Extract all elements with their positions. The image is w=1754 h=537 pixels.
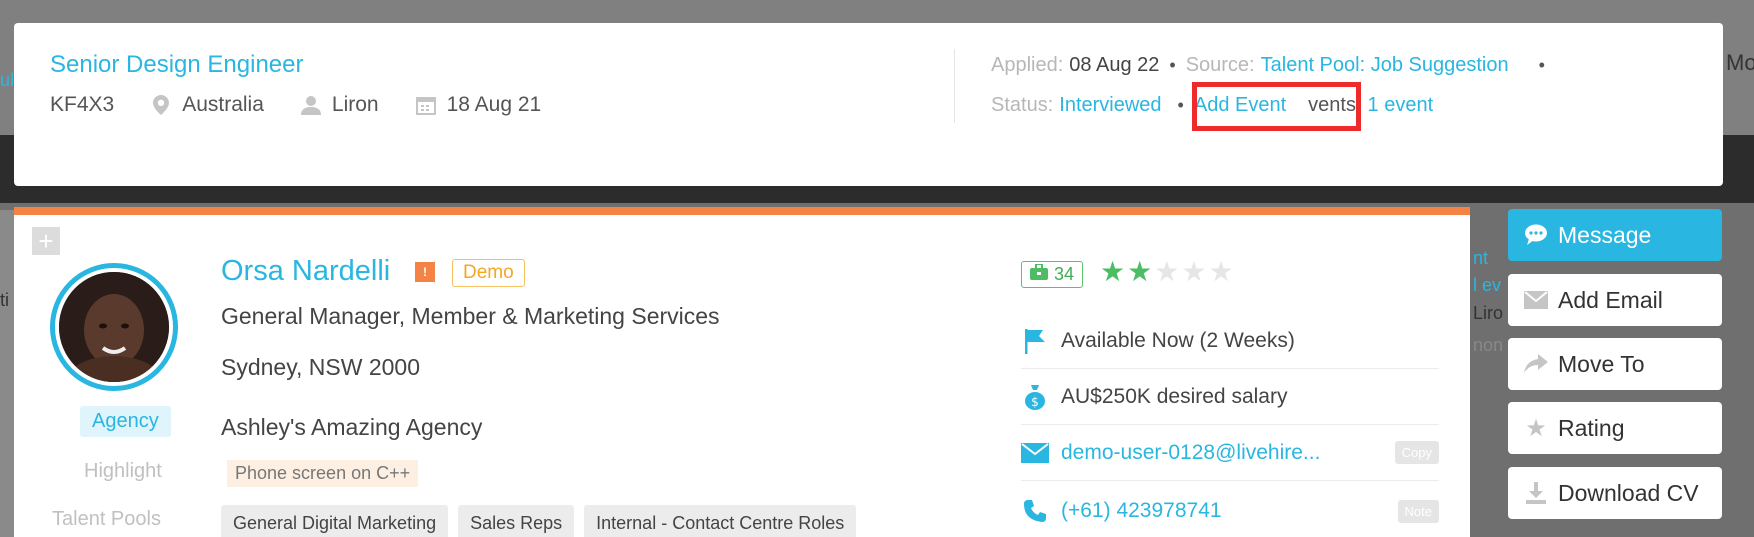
job-location: Australia xyxy=(182,93,264,116)
avatar xyxy=(59,272,169,382)
candidate-card: + Agency Highlight Talent Pools Orsa Nar… xyxy=(14,207,1470,537)
download-cv-label: Download CV xyxy=(1558,479,1699,506)
alert-flag-badge: ! xyxy=(415,262,435,282)
events-link[interactable]: 1 event xyxy=(1368,94,1434,117)
download-icon xyxy=(1524,482,1548,504)
flag-icon xyxy=(1021,328,1049,354)
star-icon[interactable]: ★ xyxy=(1208,256,1235,287)
add-event-highlight-box xyxy=(1192,82,1361,131)
job-title-link[interactable]: Senior Design Engineer xyxy=(50,51,304,79)
email-row: demo-user-0128@livehire... Copy xyxy=(1021,425,1439,481)
background-top-right-fragment: Mo xyxy=(1726,50,1754,75)
background-right-fragment-1: nt xyxy=(1473,248,1489,268)
job-ref: KF4X3 xyxy=(50,93,115,116)
salary-text: AU$250K desired salary xyxy=(1061,384,1288,408)
source-link[interactable]: Talent Pool: Job Suggestion xyxy=(1261,54,1509,77)
job-summary-card: Senior Design Engineer KF4X3 Australia L… xyxy=(14,23,1723,186)
highlight-label: Highlight xyxy=(84,460,162,482)
highlight-note: Phone screen on C++ xyxy=(227,460,419,487)
candidate-agency: Ashley's Amazing Agency xyxy=(221,414,483,440)
tag[interactable]: Sales Reps xyxy=(458,505,575,537)
talent-pool-tags: General Digital Marketing Sales Reps Int… xyxy=(221,505,857,537)
salary-row: $ AU$250K desired salary xyxy=(1021,369,1439,425)
background-left-fragment-2: ti xyxy=(0,290,9,310)
envelope-icon xyxy=(1021,442,1049,463)
background-right-fragment-2: l ev xyxy=(1473,275,1502,295)
message-label: Message xyxy=(1558,221,1652,248)
agency-badge: Agency xyxy=(80,406,171,437)
phone-link[interactable]: (+61) 423978741 xyxy=(1061,499,1222,523)
star-icon[interactable]: ★ xyxy=(1181,256,1208,287)
match-score: 34 xyxy=(1054,264,1075,284)
background-right-fragment-3: Liro xyxy=(1473,303,1504,323)
download-cv-button[interactable]: Download CV xyxy=(1508,467,1722,519)
job-date: 18 Aug 21 xyxy=(446,93,542,116)
add-email-button[interactable]: Add Email xyxy=(1508,274,1722,326)
candidate-title: General Manager, Member & Marketing Serv… xyxy=(221,303,720,329)
availability-text: Available Now (2 Weeks) xyxy=(1061,328,1295,352)
applied-value: 08 Aug 22 xyxy=(1069,54,1160,76)
chat-bubble-icon xyxy=(1524,224,1548,246)
move-to-label: Move To xyxy=(1558,350,1645,377)
job-owner: Liron xyxy=(331,93,379,116)
location-pin-icon xyxy=(150,94,172,116)
star-icon[interactable]: ★ xyxy=(1100,256,1127,287)
phone-row: (+61) 423978741 Note xyxy=(1021,483,1439,537)
money-bag-icon: $ xyxy=(1021,384,1049,410)
phone-note-button[interactable]: Note xyxy=(1397,499,1439,523)
star-icon[interactable]: ★ xyxy=(1127,256,1154,287)
background-left-strip xyxy=(0,210,14,537)
tag[interactable]: Internal - Contact Centre Roles xyxy=(584,505,857,537)
tag[interactable]: General Digital Marketing xyxy=(221,505,449,537)
job-meta-row: KF4X3 Australia Liron 18 Aug 21 xyxy=(50,93,541,117)
demo-badge: Demo xyxy=(452,259,525,287)
expand-plus-button[interactable]: + xyxy=(32,227,60,255)
candidate-location: Sydney, NSW 2000 xyxy=(221,354,421,380)
email-link[interactable]: demo-user-0128@livehire... xyxy=(1061,441,1320,465)
candidate-name-link[interactable]: Orsa Nardelli xyxy=(221,255,390,288)
add-email-label: Add Email xyxy=(1558,286,1663,313)
card-divider xyxy=(954,49,955,123)
background-right-fragment-4: non xyxy=(1473,335,1504,355)
move-to-button[interactable]: Move To xyxy=(1508,338,1722,390)
rating-label: Rating xyxy=(1558,414,1625,441)
talent-pools-label: Talent Pools xyxy=(52,508,161,530)
phone-icon xyxy=(1021,499,1049,523)
applied-label: Applied: xyxy=(991,54,1064,76)
status-label: Status: xyxy=(991,94,1054,116)
share-arrow-icon xyxy=(1524,354,1548,374)
briefcase-icon xyxy=(1030,263,1048,285)
user-icon xyxy=(300,94,322,116)
calendar-icon xyxy=(415,94,437,116)
copy-email-button[interactable]: Copy xyxy=(1394,441,1439,464)
message-button[interactable]: Message xyxy=(1508,209,1722,261)
envelope-icon xyxy=(1524,291,1548,309)
source-label: Source: xyxy=(1185,54,1255,76)
svg-text:$: $ xyxy=(1031,395,1039,409)
status-link[interactable]: Interviewed xyxy=(1059,94,1161,117)
star-icon[interactable]: ★ xyxy=(1154,256,1181,287)
applied-source-line: Applied: 08 Aug 22 • Source: Talent Pool… xyxy=(991,54,1545,77)
availability-row: Available Now (2 Weeks) xyxy=(1021,313,1439,369)
rating-button[interactable]: ★ Rating xyxy=(1508,402,1722,454)
star-icon: ★ xyxy=(1525,414,1547,442)
background-left-fragment: ul xyxy=(0,70,15,90)
match-score-badge[interactable]: 34 xyxy=(1021,261,1084,288)
star-rating[interactable]: ★★★★★ xyxy=(1100,255,1236,288)
